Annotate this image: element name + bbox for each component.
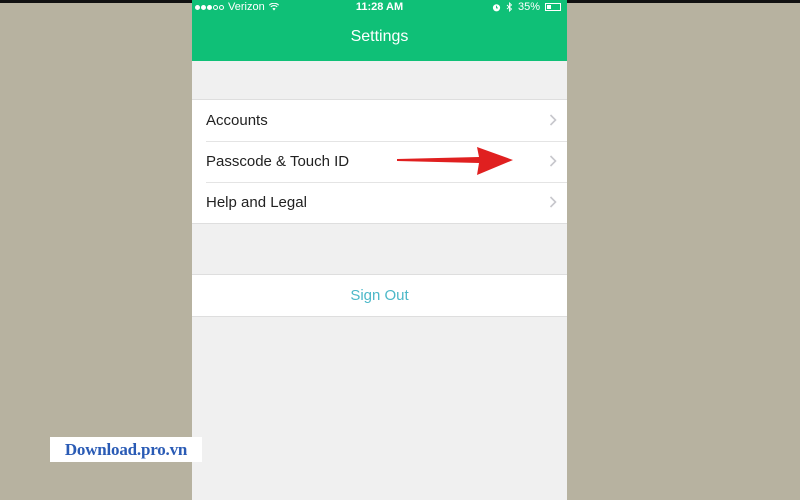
page-title: Settings	[350, 28, 409, 45]
phone-screen: Verizon 11:28 AM 35% Settings Accounts P…	[192, 0, 567, 500]
watermark-text: Download.pro.vn	[64, 439, 188, 459]
sign-out-label: Sign Out	[350, 287, 409, 304]
bluetooth-icon	[506, 2, 513, 12]
menu-item-accounts[interactable]: Accounts	[192, 100, 567, 141]
menu-item-label: Accounts	[206, 112, 268, 129]
chevron-right-icon	[549, 155, 557, 167]
chevron-right-icon	[549, 114, 557, 126]
menu-item-help-legal[interactable]: Help and Legal	[192, 182, 567, 223]
menu-item-label: Passcode & Touch ID	[206, 153, 350, 170]
battery-icon	[545, 3, 561, 11]
status-right: 35%	[492, 1, 561, 13]
red-arrow-icon	[397, 147, 513, 175]
status-bar: Verizon 11:28 AM 35%	[192, 0, 567, 16]
battery-fill	[547, 5, 551, 9]
app-header: Verizon 11:28 AM 35% Settings	[192, 0, 567, 61]
chevron-right-icon	[549, 196, 557, 208]
menu-item-label: Help and Legal	[206, 194, 307, 211]
watermark: Download.pro.vn	[50, 437, 202, 462]
alarm-icon	[492, 3, 501, 11]
sign-out-button[interactable]: Sign Out	[192, 274, 567, 317]
battery-percent: 35%	[517, 1, 540, 13]
